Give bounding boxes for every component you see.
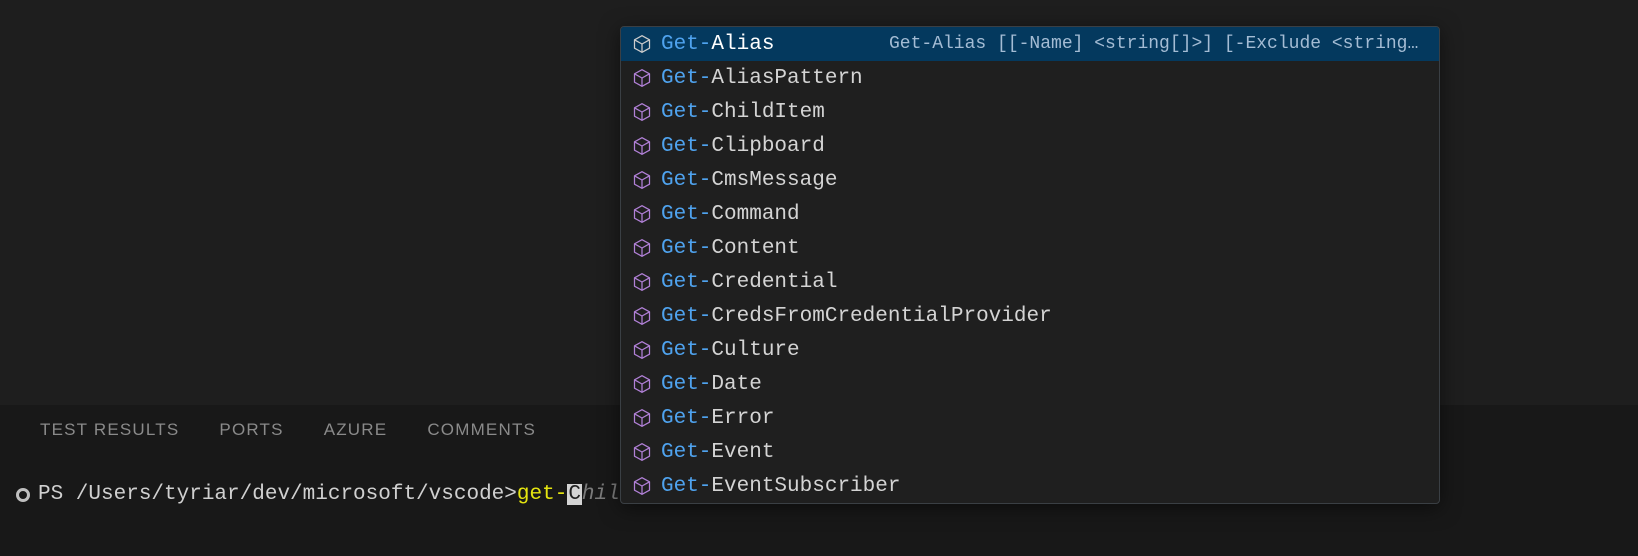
terminal-prompt: PS /Users/tyriar/dev/microsoft/vscode> <box>38 484 517 505</box>
suggest-label: Get-Content <box>661 237 800 260</box>
method-icon <box>631 101 653 123</box>
method-icon <box>631 441 653 463</box>
suggest-documentation: Get-Alias [[-Name] <string[]>] [-Exclude… <box>889 34 1429 54</box>
suggest-item[interactable]: Get-Clipboard <box>621 129 1439 163</box>
suggest-item[interactable]: Get-Culture <box>621 333 1439 367</box>
suggest-label: Get-Date <box>661 373 762 396</box>
suggest-label: Get-AliasPattern <box>661 67 863 90</box>
method-icon <box>631 475 653 497</box>
method-icon <box>631 169 653 191</box>
shell-integration-icon <box>16 488 30 502</box>
suggest-item[interactable]: Get-Date <box>621 367 1439 401</box>
suggest-label: Get-Error <box>661 407 774 430</box>
suggest-item[interactable]: Get-Content <box>621 231 1439 265</box>
method-icon <box>631 373 653 395</box>
terminal-cursor: C <box>567 484 582 505</box>
suggest-item[interactable]: Get-Event <box>621 435 1439 469</box>
method-icon <box>631 305 653 327</box>
suggest-label: Get-Culture <box>661 339 800 362</box>
suggest-widget: Get-Alias Get-Alias [[-Name] <string[]>] … <box>620 26 1440 504</box>
method-icon <box>631 237 653 259</box>
panel-tab-azure[interactable]: AZURE <box>324 420 388 440</box>
method-icon <box>631 407 653 429</box>
method-icon <box>631 33 653 55</box>
suggest-list[interactable]: Get-Alias Get-Alias [[-Name] <string[]>] … <box>621 27 1439 503</box>
method-icon <box>631 339 653 361</box>
suggest-label: Get-CredsFromCredentialProvider <box>661 305 1052 328</box>
panel-tab-test-results[interactable]: TEST RESULTS <box>40 420 179 440</box>
suggest-item[interactable]: Get-AliasPattern <box>621 61 1439 95</box>
suggest-item[interactable]: Get-Credential <box>621 265 1439 299</box>
terminal-input-typed: get- <box>517 484 567 505</box>
panel-tab-ports[interactable]: PORTS <box>219 420 283 440</box>
suggest-label: Get-Event <box>661 441 774 464</box>
method-icon <box>631 271 653 293</box>
suggest-item[interactable]: Get-CredsFromCredentialProvider <box>621 299 1439 333</box>
suggest-label: Get-Clipboard <box>661 135 825 158</box>
suggest-item[interactable]: Get-ChildItem <box>621 95 1439 129</box>
method-icon <box>631 135 653 157</box>
suggest-label: Get-EventSubscriber <box>661 475 900 498</box>
suggest-item[interactable]: Get-EventSubscriber <box>621 469 1439 503</box>
suggest-label: Get-Command <box>661 203 800 226</box>
suggest-label: Get-Credential <box>661 271 837 294</box>
suggest-item[interactable]: Get-Alias Get-Alias [[-Name] <string[]>] … <box>621 27 1439 61</box>
method-icon <box>631 67 653 89</box>
suggest-label: Get-CmsMessage <box>661 169 837 192</box>
panel-tab-comments[interactable]: COMMENTS <box>427 420 536 440</box>
suggest-label: Get-Alias <box>661 33 774 56</box>
suggest-item[interactable]: Get-Command <box>621 197 1439 231</box>
suggest-label: Get-ChildItem <box>661 101 825 124</box>
method-icon <box>631 203 653 225</box>
suggest-item[interactable]: Get-CmsMessage <box>621 163 1439 197</box>
suggest-item[interactable]: Get-Error <box>621 401 1439 435</box>
